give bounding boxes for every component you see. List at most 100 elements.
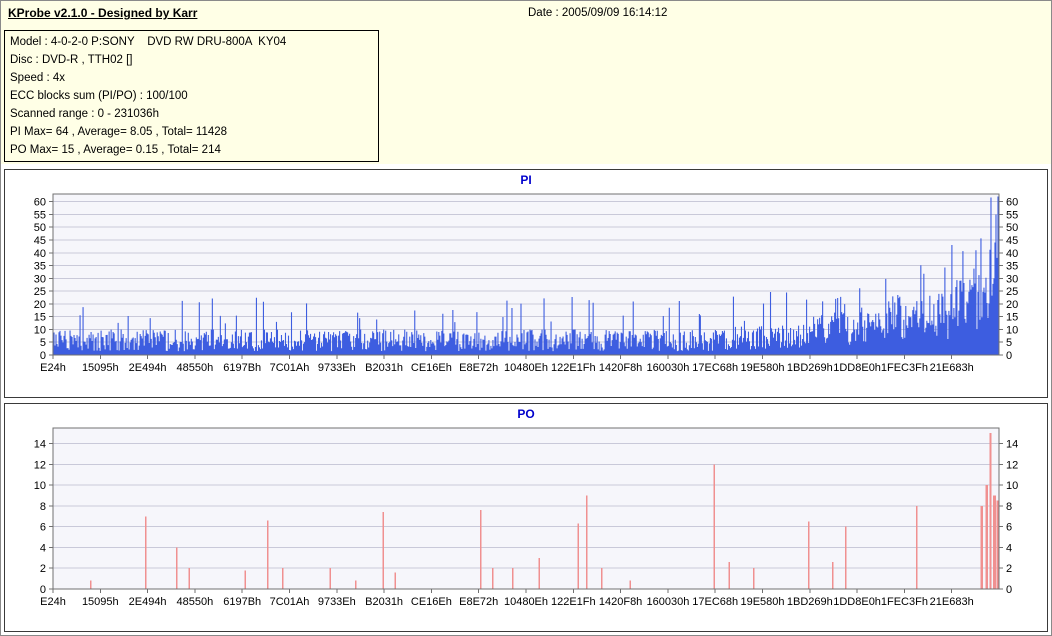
info-line-pi-stats: PI Max= 64 , Average= 8.05 , Total= 1142… <box>10 126 228 138</box>
svg-text:9733Eh: 9733Eh <box>318 596 356 608</box>
info-line-range: Scanned range : 0 - 231036h <box>10 108 159 120</box>
header-pane: KProbe v2.1.0 - Designed by Karr Date : … <box>1 1 1051 164</box>
svg-text:1420F8h: 1420F8h <box>599 362 642 374</box>
svg-text:17EC68h: 17EC68h <box>692 362 738 374</box>
svg-text:35: 35 <box>1006 261 1018 273</box>
svg-text:25: 25 <box>1006 286 1018 298</box>
svg-text:15: 15 <box>1006 312 1018 324</box>
app-title: KProbe v2.1.0 - Designed by Karr <box>8 6 198 20</box>
svg-text:E24h: E24h <box>40 596 66 608</box>
svg-text:0: 0 <box>40 350 46 362</box>
info-line-model: Model : 4-0-2-0 P:SONY DVD RW DRU-800A K… <box>10 36 287 48</box>
svg-text:50: 50 <box>1006 222 1018 234</box>
info-line-speed: Speed : 4x <box>10 72 65 84</box>
svg-text:19E580h: 19E580h <box>740 596 784 608</box>
svg-text:10480Eh: 10480Eh <box>504 362 548 374</box>
svg-text:15095h: 15095h <box>82 596 119 608</box>
svg-text:CE16Eh: CE16Eh <box>411 362 452 374</box>
svg-text:4: 4 <box>1006 542 1012 554</box>
svg-text:60: 60 <box>1006 197 1018 209</box>
svg-text:E8E72h: E8E72h <box>459 596 498 608</box>
svg-text:5: 5 <box>40 337 46 349</box>
svg-text:21E683h: 21E683h <box>930 596 974 608</box>
pi-chart-canvas: 0 05 510 1015 1520 2025 2530 3035 3540 4045 4550 50… <box>34 193 1018 374</box>
svg-text:1FEC3Fh: 1FEC3Fh <box>881 596 928 608</box>
svg-text:1BD269h: 1BD269h <box>787 362 833 374</box>
svg-text:15095h: 15095h <box>82 362 119 374</box>
svg-text:30: 30 <box>1006 273 1018 285</box>
svg-text:1420F8h: 1420F8h <box>599 596 642 608</box>
svg-text:21E683h: 21E683h <box>930 362 974 374</box>
svg-text:10: 10 <box>1006 480 1018 492</box>
svg-text:160030h: 160030h <box>646 362 689 374</box>
svg-text:1DD8E0h: 1DD8E0h <box>833 362 881 374</box>
svg-text:19E580h: 19E580h <box>740 362 784 374</box>
svg-text:4: 4 <box>40 542 46 554</box>
svg-text:48550h: 48550h <box>177 596 214 608</box>
svg-text:1BD269h: 1BD269h <box>787 596 833 608</box>
svg-text:50: 50 <box>34 222 46 234</box>
svg-text:10: 10 <box>1006 324 1018 336</box>
po-chart-title: PO <box>517 407 535 421</box>
svg-text:35: 35 <box>34 261 46 273</box>
svg-text:E8E72h: E8E72h <box>459 362 498 374</box>
svg-text:10480Eh: 10480Eh <box>504 596 548 608</box>
svg-text:6197Bh: 6197Bh <box>223 596 261 608</box>
svg-text:CE16Eh: CE16Eh <box>411 596 452 608</box>
svg-text:40: 40 <box>1006 248 1018 260</box>
svg-text:20: 20 <box>1006 299 1018 311</box>
info-line-po-stats: PO Max= 15 , Average= 0.15 , Total= 214 <box>10 144 221 156</box>
pi-chart-pane: PI 0 0 5 5 10 10 15 15 20 20 25 25 30 30 35 35 40 40 45 45 5… <box>4 169 1048 398</box>
po-chart-canvas: 0 0 2 2 4 4 6 6 8 8 10 10 12 12 14 14 E24h 15095h 2E494h 48… <box>34 427 1018 608</box>
svg-text:1DD8E0h: 1DD8E0h <box>833 596 881 608</box>
svg-text:17EC68h: 17EC68h <box>692 596 738 608</box>
svg-text:55: 55 <box>34 209 46 221</box>
svg-text:10: 10 <box>34 480 46 492</box>
svg-text:12: 12 <box>34 459 46 471</box>
svg-text:12: 12 <box>1006 459 1018 471</box>
svg-text:0: 0 <box>40 584 46 596</box>
svg-text:E24h: E24h <box>40 362 66 374</box>
svg-text:2E494h: 2E494h <box>129 596 167 608</box>
svg-text:B2031h: B2031h <box>365 362 403 374</box>
svg-text:9733Eh: 9733Eh <box>318 362 356 374</box>
svg-text:0: 0 <box>1006 350 1012 362</box>
svg-text:2: 2 <box>40 563 46 575</box>
kprobe-window: KProbe v2.1.0 - Designed by Karr Date : … <box>0 0 1052 636</box>
svg-text:60: 60 <box>34 197 46 209</box>
svg-text:40: 40 <box>34 248 46 260</box>
date-label: Date : 2005/09/09 16:14:12 <box>528 7 668 19</box>
svg-text:122E1Fh: 122E1Fh <box>551 596 596 608</box>
svg-text:6: 6 <box>40 522 46 534</box>
svg-text:6197Bh: 6197Bh <box>223 362 261 374</box>
svg-text:0: 0 <box>1006 584 1012 596</box>
svg-text:45: 45 <box>34 235 46 247</box>
svg-text:8: 8 <box>1006 501 1012 513</box>
svg-text:122E1Fh: 122E1Fh <box>551 362 596 374</box>
svg-text:7C01Ah: 7C01Ah <box>270 362 310 374</box>
svg-text:14: 14 <box>34 439 46 451</box>
svg-text:45: 45 <box>1006 235 1018 247</box>
svg-text:14: 14 <box>1006 439 1018 451</box>
svg-text:25: 25 <box>34 286 46 298</box>
info-line-disc: Disc : DVD-R , TTH02 [] <box>10 54 133 66</box>
info-box: Model : 4-0-2-0 P:SONY DVD RW DRU-800A K… <box>4 30 379 162</box>
svg-text:B2031h: B2031h <box>365 596 403 608</box>
svg-text:55: 55 <box>1006 209 1018 221</box>
svg-text:2E494h: 2E494h <box>129 362 167 374</box>
svg-text:10: 10 <box>34 324 46 336</box>
info-line-ecc: ECC blocks sum (PI/PO) : 100/100 <box>10 90 188 102</box>
svg-text:7C01Ah: 7C01Ah <box>270 596 310 608</box>
svg-text:48550h: 48550h <box>177 362 214 374</box>
svg-text:5: 5 <box>1006 337 1012 349</box>
svg-text:20: 20 <box>34 299 46 311</box>
svg-text:6: 6 <box>1006 522 1012 534</box>
svg-text:2: 2 <box>1006 563 1012 575</box>
pi-chart-title: PI <box>520 173 532 187</box>
svg-text:160030h: 160030h <box>646 596 689 608</box>
svg-text:15: 15 <box>34 312 46 324</box>
svg-text:1FEC3Fh: 1FEC3Fh <box>881 362 928 374</box>
po-chart-pane: PO 0 0 2 2 4 4 6 6 8 8 10 10 12 12 14 14 E24h 15095h 2E494… <box>4 403 1048 632</box>
svg-text:30: 30 <box>34 273 46 285</box>
svg-text:8: 8 <box>40 501 46 513</box>
